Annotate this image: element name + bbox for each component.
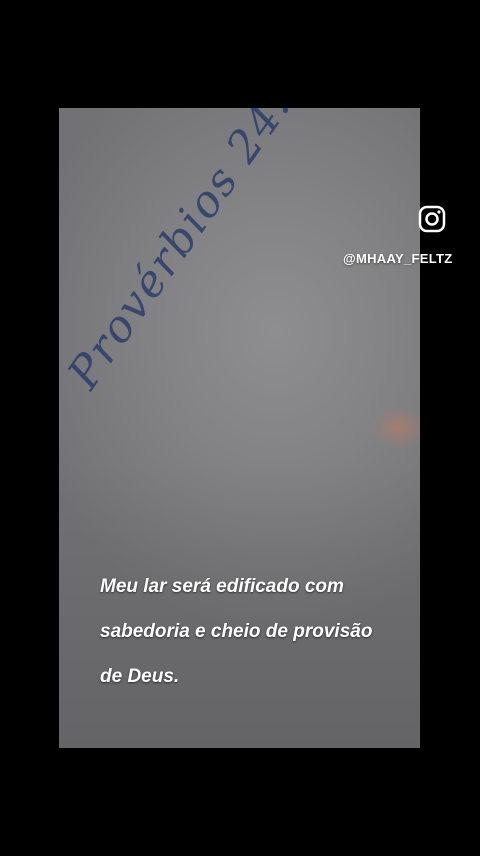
caption-line-2: sabedoria e cheio de provisão: [100, 621, 373, 642]
instagram-icon[interactable]: [418, 205, 446, 233]
instagram-handle[interactable]: @MHAAY_FELTZ: [343, 251, 452, 266]
caption-line-3: de Deus.: [100, 666, 180, 687]
caption-line-1: Meu lar será edificado com: [100, 576, 344, 597]
caption-text: Meu lar será edificado com sabedoria e c…: [100, 564, 400, 699]
handwritten-verse: Provérbios 24:3-4: [59, 108, 347, 399]
